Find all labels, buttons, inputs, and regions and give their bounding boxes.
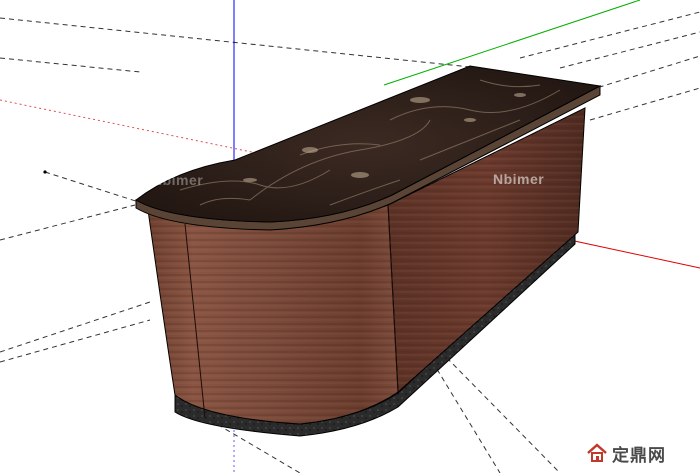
cabinet-front-grain	[148, 205, 398, 424]
watermark-text-faded: Nbimer	[152, 172, 204, 188]
3d-scene[interactable]	[0, 0, 700, 473]
watermark-text: Nbimer	[493, 171, 545, 187]
guide-point	[43, 170, 47, 174]
house-logo-icon	[587, 443, 607, 462]
sketchup-viewport[interactable]: Nbimer Nbimer 定鼎网	[0, 0, 700, 473]
site-logo-text: 定鼎网	[612, 445, 666, 466]
site-logo: 定鼎网	[586, 440, 666, 466]
